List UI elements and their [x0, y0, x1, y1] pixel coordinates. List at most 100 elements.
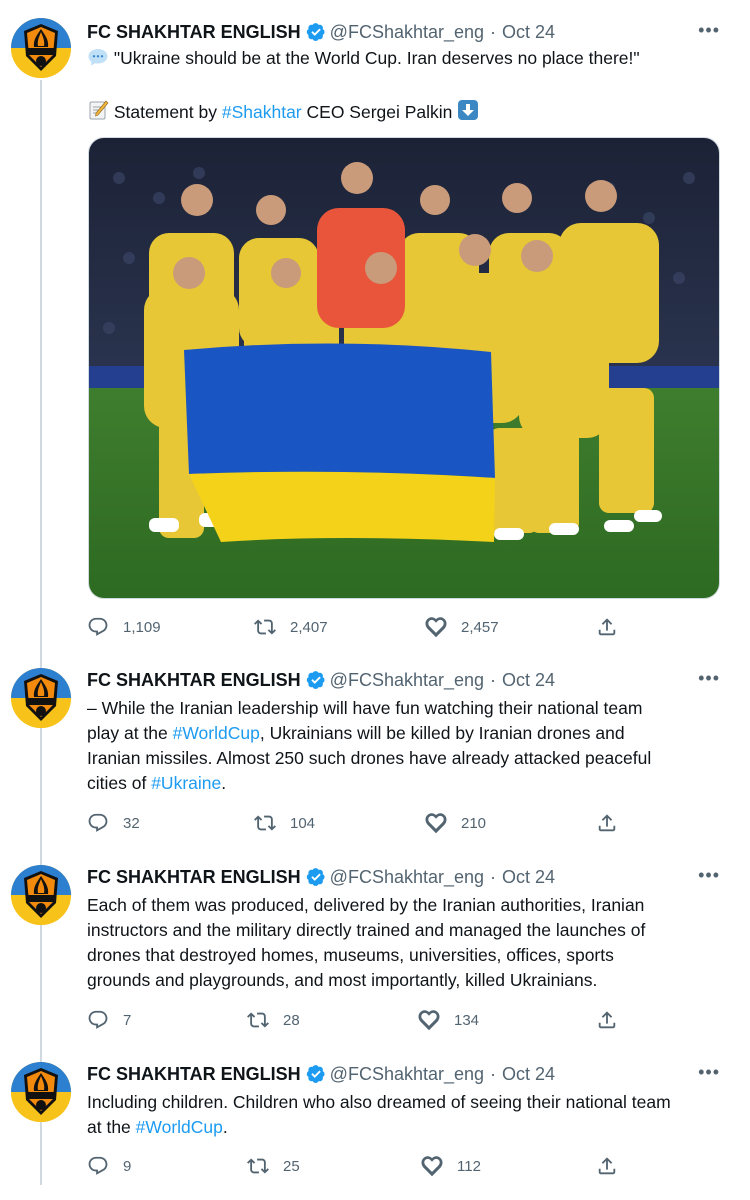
quote-text: "Ukraine should be at the World Cup. Ira… [113, 48, 640, 68]
tweet-date[interactable]: Oct 24 [502, 1064, 555, 1085]
like-icon [425, 812, 447, 834]
account-name[interactable]: FC SHAKHTAR ENGLISH [87, 1064, 301, 1085]
more-options-icon[interactable]: ••• [698, 20, 720, 41]
shakhtar-logo-icon [11, 18, 71, 78]
reply-icon [87, 1009, 109, 1031]
avatar[interactable] [11, 668, 71, 728]
tweet-header: FC SHAKHTAR ENGLISH @FCShakhtar_eng · Oc… [87, 865, 720, 889]
account-handle[interactable]: @FCShakhtar_eng [330, 22, 484, 43]
share-icon [596, 1155, 618, 1177]
account-handle[interactable]: @FCShakhtar_eng [330, 867, 484, 888]
share-icon [596, 616, 618, 638]
retweet-action[interactable]: 2,407 [254, 616, 328, 638]
share-icon [596, 1009, 618, 1031]
avatar[interactable] [11, 1062, 71, 1122]
like-action[interactable]: 112 [421, 1155, 481, 1177]
separator-dot: · [490, 21, 497, 42]
tweet-line: at the #WorldCup. [87, 1115, 727, 1140]
tweet-text: Including children. Children who also dr… [87, 1090, 727, 1140]
account-name[interactable]: FC SHAKHTAR ENGLISH [87, 670, 301, 691]
retweet-action[interactable]: 25 [247, 1155, 300, 1177]
more-options-icon[interactable]: ••• [698, 668, 720, 689]
tweet-date[interactable]: Oct 24 [502, 22, 555, 43]
like-action[interactable]: 210 [425, 812, 486, 834]
more-options-icon[interactable]: ••• [698, 1062, 720, 1083]
more-options-icon[interactable]: ••• [698, 865, 720, 886]
retweet-icon [247, 1009, 269, 1031]
account-name[interactable]: FC SHAKHTAR ENGLISH [87, 867, 301, 888]
tweet-line: Including children. Children who also dr… [87, 1092, 671, 1112]
like-icon [421, 1155, 443, 1177]
verified-badge-icon [306, 22, 326, 42]
tweet[interactable]: FC SHAKHTAR ENGLISH @FCShakhtar_eng · Oc… [0, 655, 750, 852]
like-count: 134 [454, 1011, 480, 1029]
tweet-actions: 32 104 210 [87, 812, 622, 838]
shakhtar-logo-icon [11, 865, 71, 925]
share-action[interactable] [596, 812, 632, 834]
tweet-date[interactable]: Oct 24 [502, 670, 555, 691]
tweet-actions: 9 25 112 [87, 1155, 622, 1181]
tweet-line: drones that destroyed homes, museums, un… [87, 945, 614, 965]
tweet-text: Each of them was produced, delivered by … [87, 893, 727, 993]
account-handle[interactable]: @FCShakhtar_eng [330, 670, 484, 691]
hashtag-link[interactable]: #Shakhtar [222, 102, 302, 122]
shakhtar-logo-icon [11, 1062, 71, 1122]
separator-dot: · [490, 1063, 497, 1084]
reply-action[interactable]: 1,109 [87, 616, 161, 638]
tweet-actions: 7 28 134 [87, 1009, 622, 1035]
tweet-line: Statement by #Shakhtar CEO Sergei Palkin [87, 99, 727, 128]
reply-icon [87, 1155, 109, 1177]
avatar[interactable] [11, 18, 71, 78]
account-name[interactable]: FC SHAKHTAR ENGLISH [87, 22, 301, 43]
tweet[interactable]: FC SHAKHTAR ENGLISH @FCShakhtar_eng · Oc… [0, 0, 750, 655]
like-action[interactable]: 134 [418, 1009, 479, 1031]
hashtag-link[interactable]: #WorldCup [173, 723, 260, 743]
reply-count: 7 [123, 1011, 132, 1029]
like-count: 2,457 [461, 618, 499, 636]
tweet-line: grounds and playgrounds, and most import… [87, 970, 598, 990]
like-count: 112 [457, 1157, 481, 1175]
share-icon [596, 812, 618, 834]
share-action[interactable] [596, 616, 632, 638]
account-handle[interactable]: @FCShakhtar_eng [330, 1064, 484, 1085]
text-segment: . [222, 1117, 228, 1137]
reply-action[interactable]: 9 [87, 1155, 131, 1177]
retweet-icon [254, 616, 276, 638]
tweet-line: Iranian missiles. Almost 250 such drones… [87, 748, 652, 768]
tweet-media-photo[interactable] [88, 137, 720, 599]
statement-prefix: Statement by [113, 102, 222, 122]
shakhtar-logo-icon [11, 668, 71, 728]
tweet[interactable]: FC SHAKHTAR ENGLISH @FCShakhtar_eng · Oc… [0, 1049, 750, 1200]
verified-badge-icon [306, 867, 326, 887]
down-arrow-emoji-icon [457, 99, 479, 128]
retweet-count: 28 [283, 1011, 300, 1029]
hashtag-link[interactable]: #WorldCup [136, 1117, 223, 1137]
tweet-date[interactable]: Oct 24 [502, 867, 555, 888]
retweet-icon [254, 812, 276, 834]
tweet-header: FC SHAKHTAR ENGLISH @FCShakhtar_eng · Oc… [87, 1062, 720, 1086]
avatar[interactable] [11, 865, 71, 925]
retweet-count: 104 [290, 814, 316, 832]
share-action[interactable] [596, 1009, 632, 1031]
share-action[interactable] [596, 1155, 632, 1177]
ukrainian-flag [184, 343, 495, 542]
like-action[interactable]: 2,457 [425, 616, 499, 638]
text-segment: cities of [87, 773, 152, 793]
hashtag-link[interactable]: #Ukraine [151, 773, 221, 793]
retweet-action[interactable]: 28 [247, 1009, 300, 1031]
speech-bubble-emoji-icon [87, 47, 109, 74]
text-segment: , Ukrainians will be killed by Iranian d… [259, 723, 625, 743]
text-segment: play at the [87, 723, 173, 743]
reply-icon [87, 616, 109, 638]
retweet-action[interactable]: 104 [254, 812, 315, 834]
reply-count: 32 [123, 814, 140, 832]
reply-action[interactable]: 32 [87, 812, 140, 834]
like-icon [425, 616, 447, 638]
tweet[interactable]: FC SHAKHTAR ENGLISH @FCShakhtar_eng · Oc… [0, 852, 750, 1049]
statement-suffix: CEO Sergei Palkin [301, 102, 458, 122]
reply-action[interactable]: 7 [87, 1009, 131, 1031]
tweet-header: FC SHAKHTAR ENGLISH @FCShakhtar_eng · Oc… [87, 668, 720, 692]
tweet-text: – While the Iranian leadership will have… [87, 696, 727, 796]
like-icon [418, 1009, 440, 1031]
